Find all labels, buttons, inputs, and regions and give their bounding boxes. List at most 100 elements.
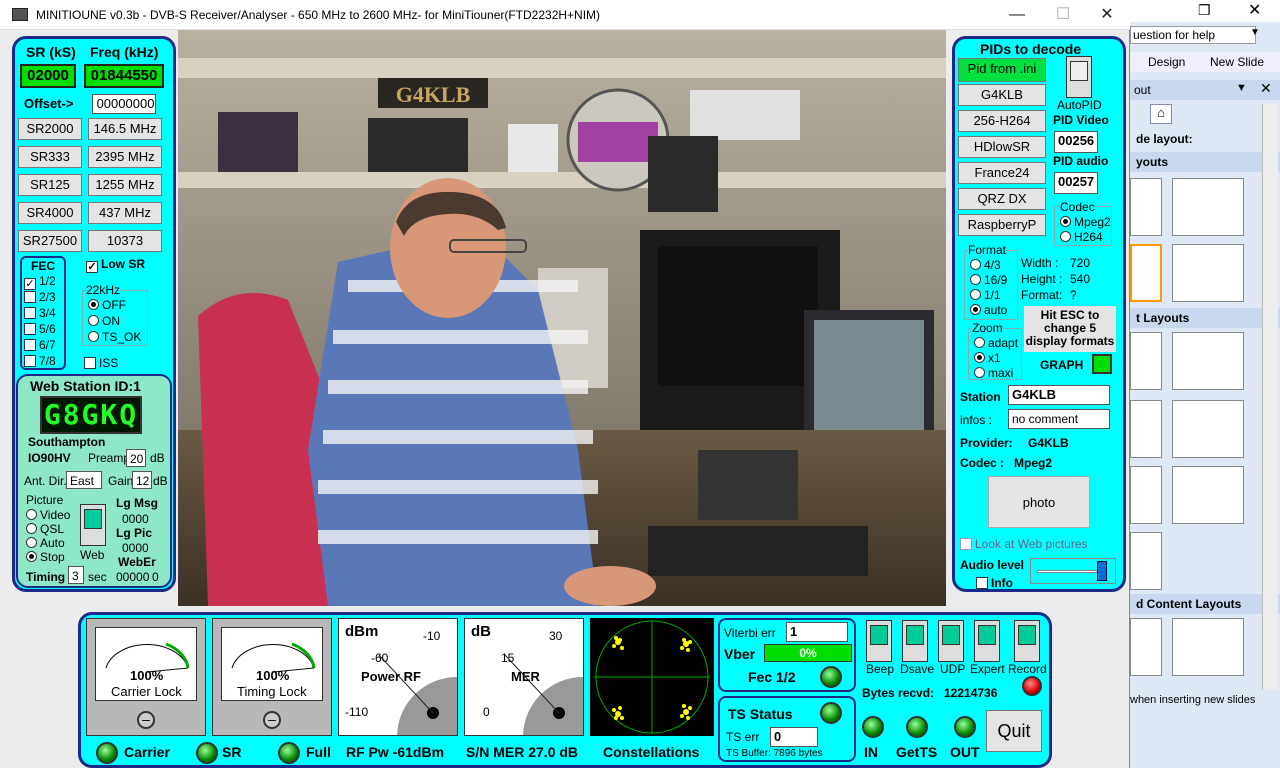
restore-icon[interactable]: ❐ <box>1198 2 1211 19</box>
infos-input[interactable]: no comment <box>1008 409 1110 429</box>
sr125-button[interactable]: SR125 <box>18 174 82 196</box>
web-toggle-switch[interactable] <box>80 504 106 546</box>
freq-2395-button[interactable]: 2395 MHz <box>88 146 162 168</box>
zoom-x1-radio[interactable]: x1 <box>974 351 1001 365</box>
format-1-1-radio[interactable]: 1/1 <box>970 288 1001 302</box>
maximize-icon[interactable]: ☐ <box>1040 0 1086 30</box>
scrollbar[interactable] <box>1262 104 1278 690</box>
22khz-on-radio[interactable]: ON <box>88 314 120 328</box>
viterbi-input[interactable]: 1 <box>786 622 848 642</box>
fec-option-5-6[interactable]: 5/6 <box>24 322 56 336</box>
gain-input[interactable]: 12 <box>132 471 152 489</box>
dsave-switch[interactable] <box>902 620 928 662</box>
layout-thumbnail[interactable] <box>1172 178 1244 236</box>
preset-g4klb-button[interactable]: G4KLB <box>958 84 1046 106</box>
picture-video-radio[interactable]: Video <box>26 508 70 522</box>
pid-audio-input[interactable]: 00257 <box>1054 172 1098 194</box>
timing-lock-label: Timing Lock <box>237 684 307 699</box>
zoom-adapt-radio[interactable]: adapt <box>974 336 1018 350</box>
sr-value-input[interactable]: 02000 <box>20 64 76 88</box>
format-auto-radio[interactable]: auto <box>970 303 1007 317</box>
pid-video-input[interactable]: 00256 <box>1054 131 1098 153</box>
fec-option-2-3[interactable]: 2/3 <box>24 290 56 304</box>
layout-thumbnail[interactable] <box>1130 400 1162 458</box>
lgpic-label: Lg Pic <box>116 526 153 540</box>
sr333-button[interactable]: SR333 <box>18 146 82 168</box>
pid-from-ini-button[interactable]: Pid from .ini <box>958 58 1046 82</box>
freq-1255-button[interactable]: 1255 MHz <box>88 174 162 196</box>
layout-thumbnail[interactable] <box>1172 244 1244 302</box>
layout-thumbnail[interactable] <box>1172 400 1244 458</box>
mer-name: MER <box>511 669 540 684</box>
codec-h264-radio[interactable]: H264 <box>1060 230 1103 244</box>
layout-thumbnail[interactable] <box>1130 466 1162 524</box>
station-input[interactable]: G4KLB <box>1008 385 1110 405</box>
look-web-pictures-checkbox[interactable]: Look at Web pictures <box>960 537 1088 551</box>
preset-qrz-dx-button[interactable]: QRZ DX <box>958 188 1046 210</box>
preamp-input[interactable]: 20 <box>126 449 146 467</box>
sr27500-button[interactable]: SR27500 <box>18 230 82 252</box>
preset-france24-button[interactable]: France24 <box>958 162 1046 184</box>
new-slide-button[interactable]: New Slide <box>1210 55 1264 69</box>
sr2000-button[interactable]: SR2000 <box>18 118 82 140</box>
chevron-down-icon[interactable]: ▼ <box>1236 82 1247 94</box>
freq-value-input[interactable]: 01844550 <box>84 64 164 88</box>
autopid-toggle-switch[interactable] <box>1066 56 1092 98</box>
freq-146-button[interactable]: 146.5 MHz <box>88 118 162 140</box>
record-led <box>1022 676 1042 696</box>
info-checkbox[interactable]: Info <box>976 576 1013 590</box>
fec-option-3-4[interactable]: 3/4 <box>24 306 56 320</box>
codec-mpeg2-radio[interactable]: Mpeg2 <box>1060 215 1111 229</box>
layout-thumbnail[interactable] <box>1172 618 1244 676</box>
layout-thumbnail[interactable] <box>1172 332 1244 390</box>
fec-option-6-7[interactable]: 6/7 <box>24 338 56 352</box>
fec-option-1-2[interactable]: ✓ 1/2 <box>24 274 56 290</box>
offset-input[interactable]: 00000000 <box>92 94 156 114</box>
ts-err-input[interactable]: 0 <box>770 727 818 747</box>
freq-437-button[interactable]: 437 MHz <box>88 202 162 224</box>
chevron-down-icon[interactable]: ▼ <box>1250 27 1260 38</box>
close-icon[interactable]: ✕ <box>1260 80 1272 97</box>
22khz-off-radio[interactable]: OFF <box>88 298 126 312</box>
zoom-maxi-radio[interactable]: maxi <box>974 366 1013 380</box>
graph-toggle[interactable] <box>1092 354 1112 374</box>
antdir-input[interactable]: East <box>66 471 102 489</box>
ts-status-led <box>820 702 842 724</box>
slider-thumb[interactable] <box>1097 561 1107 581</box>
preset-hdlowsr-button[interactable]: HDlowSR <box>958 136 1046 158</box>
infos-label: infos : <box>960 413 993 427</box>
picture-auto-radio[interactable]: Auto <box>26 536 65 550</box>
picture-stop-radio[interactable]: Stop <box>26 550 65 564</box>
layout-thumbnail[interactable] <box>1130 332 1162 390</box>
preset-256-h264-button[interactable]: 256-H264 <box>958 110 1046 132</box>
layout-thumbnail[interactable] <box>1130 532 1162 590</box>
timing-input[interactable]: 3 <box>68 566 84 584</box>
expert-switch[interactable] <box>974 620 1000 662</box>
home-icon[interactable]: ⌂ <box>1150 104 1172 124</box>
picture-qsl-radio[interactable]: QSL <box>26 522 64 536</box>
layout-thumbnail[interactable] <box>1130 244 1162 302</box>
beep-switch[interactable] <box>866 620 892 662</box>
help-search-input[interactable]: uestion for help <box>1130 26 1256 44</box>
quit-button[interactable]: Quit <box>986 710 1042 752</box>
udp-switch[interactable] <box>938 620 964 662</box>
close-icon[interactable]: ✕ <box>1248 0 1261 20</box>
design-button[interactable]: Design <box>1148 55 1185 69</box>
preset-raspberryp-button[interactable]: RaspberryP <box>958 214 1046 236</box>
sr4000-button[interactable]: SR4000 <box>18 202 82 224</box>
format-4-3-radio[interactable]: 4/3 <box>970 258 1001 272</box>
22khz-tsok-radio[interactable]: TS_OK <box>88 330 141 344</box>
layout-thumbnail[interactable] <box>1130 618 1162 676</box>
photo-box[interactable]: photo <box>988 476 1090 528</box>
record-switch[interactable] <box>1014 620 1040 662</box>
low-sr-checkbox[interactable]: ✓ Low SR <box>86 257 145 273</box>
layout-thumbnail[interactable] <box>1172 466 1244 524</box>
minimize-icon[interactable]: — <box>994 0 1040 30</box>
layout-thumbnail[interactable] <box>1130 178 1162 236</box>
audio-level-slider[interactable] <box>1030 558 1116 584</box>
format-16-9-radio[interactable]: 16/9 <box>970 273 1007 287</box>
freq-10373-button[interactable]: 10373 <box>88 230 162 252</box>
fec-option-7-8[interactable]: 7/8 <box>24 354 56 368</box>
close-icon[interactable]: ✕ <box>1084 0 1130 30</box>
iss-checkbox[interactable]: ISS <box>84 356 118 370</box>
